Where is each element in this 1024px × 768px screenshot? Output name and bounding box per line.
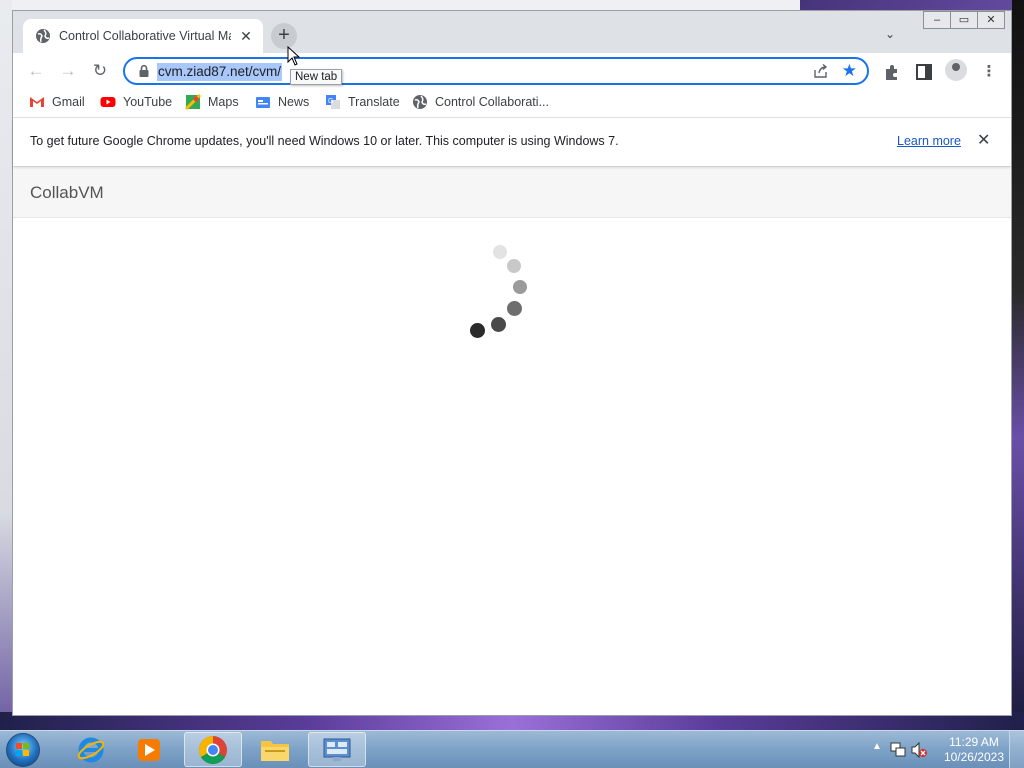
tab-title: Control Collaborative Virtual Machine	[59, 29, 231, 43]
show-desktop-button[interactable]	[1009, 731, 1024, 768]
network-icon[interactable]	[890, 741, 906, 759]
bookmark-label: Translate	[348, 95, 400, 109]
bookmark-label: Control Collaborati...	[435, 95, 549, 109]
taskbar-internet-explorer[interactable]	[62, 732, 120, 767]
gmail-icon	[30, 97, 44, 107]
share-icon[interactable]	[813, 63, 829, 79]
chrome-icon	[199, 735, 227, 764]
page-brand[interactable]: CollabVM	[30, 183, 104, 203]
translate-icon: G	[326, 95, 340, 109]
new-tab-tooltip: New tab	[290, 69, 343, 85]
address-bar[interactable]: cvm.ziad87.net/cvm/ ★	[123, 57, 869, 85]
tab-search-icon[interactable]: ⌄	[885, 27, 895, 41]
taskbar-chrome[interactable]	[184, 732, 242, 767]
bookmark-label: Maps	[208, 95, 239, 109]
chrome-window: Control Collaborative Virtual Machine ✕ …	[12, 10, 1012, 716]
close-window-button[interactable]: ✕	[977, 11, 1005, 29]
control-panel-icon	[323, 738, 351, 761]
lock-icon[interactable]	[137, 64, 151, 78]
start-button[interactable]	[6, 733, 40, 767]
news-icon	[256, 97, 270, 108]
bookmark-label: News	[278, 95, 310, 109]
desktop-background-left	[0, 0, 12, 730]
globe-icon	[413, 95, 427, 109]
page-header: CollabVM	[13, 169, 1011, 218]
system-tray: ▲ 11:29 AM 10/26/2023	[864, 731, 1024, 768]
clock-date: 10/26/2023	[943, 750, 1004, 764]
profile-avatar[interactable]	[945, 59, 967, 81]
spinner-dot	[513, 280, 527, 294]
bookmark-translate[interactable]: G Translate	[325, 94, 400, 110]
desktop-background-strip	[0, 0, 800, 10]
volume-muted-icon[interactable]	[910, 741, 928, 759]
internet-explorer-icon	[77, 737, 105, 762]
url-text[interactable]: cvm.ziad87.net/cvm/	[157, 63, 283, 81]
tab-strip: Control Collaborative Virtual Machine ✕ …	[13, 11, 1011, 53]
minimize-button[interactable]: –	[923, 11, 951, 29]
bookmark-gmail[interactable]: Gmail	[29, 94, 85, 110]
taskbar-media-player[interactable]	[120, 732, 178, 767]
bookmark-star-icon[interactable]: ★	[842, 61, 857, 81]
tab-active[interactable]: Control Collaborative Virtual Machine ✕	[23, 19, 263, 53]
bookmarks-bar: Gmail YouTube Maps News G Translate Cont…	[13, 89, 1011, 118]
bookmark-maps[interactable]: Maps	[185, 94, 239, 110]
spinner-dot	[507, 259, 521, 273]
spinner-dot	[507, 301, 522, 316]
extensions-icon[interactable]	[881, 61, 903, 83]
bookmark-label: Gmail	[52, 95, 85, 109]
spinner-dot	[493, 245, 507, 259]
svg-text:G: G	[328, 98, 333, 105]
loading-spinner	[468, 239, 538, 349]
taskbar-file-explorer[interactable]	[246, 732, 304, 767]
bookmark-youtube[interactable]: YouTube	[100, 94, 172, 110]
maps-icon	[185, 94, 201, 110]
maximize-button[interactable]: ▭	[950, 11, 978, 29]
spinner-dot	[470, 323, 485, 338]
window-controls: – ▭ ✕	[923, 11, 1005, 29]
back-button[interactable]: ←	[23, 59, 49, 83]
bookmark-label: YouTube	[123, 95, 173, 109]
desktop-wallpaper-right	[1012, 0, 1024, 730]
forward-button[interactable]: →	[55, 59, 81, 83]
youtube-icon	[100, 97, 116, 107]
globe-icon	[36, 29, 50, 43]
update-infobar: To get future Google Chrome updates, you…	[13, 118, 1011, 167]
menu-kebab-icon[interactable]: ⋮	[978, 61, 1000, 83]
clock[interactable]: 11:29 AM 10/26/2023	[944, 735, 1004, 765]
taskbar-control-panel[interactable]	[308, 732, 366, 767]
file-explorer-icon	[261, 740, 289, 761]
spinner-dot	[491, 317, 506, 332]
media-player-icon	[138, 738, 160, 761]
show-hidden-icons-icon[interactable]: ▲	[872, 741, 882, 752]
toolbar: ← → ↻ cvm.ziad87.net/cvm/ ★ ⋮	[13, 53, 1011, 89]
bookmark-news[interactable]: News	[255, 94, 309, 110]
bookmark-control-collaborative[interactable]: Control Collaborati...	[412, 94, 549, 110]
reload-button[interactable]: ↻	[87, 59, 113, 83]
infobar-close-icon[interactable]: ✕	[977, 130, 990, 150]
infobar-message: To get future Google Chrome updates, you…	[30, 134, 619, 148]
windows-logo-icon	[16, 743, 29, 756]
side-panel-icon[interactable]	[913, 61, 935, 83]
clock-time: 11:29 AM	[949, 735, 999, 749]
tab-close-icon[interactable]: ✕	[237, 28, 255, 45]
learn-more-link[interactable]: Learn more	[897, 134, 961, 148]
mouse-cursor-icon	[287, 46, 301, 66]
taskbar: ▲ 11:29 AM 10/26/2023	[0, 730, 1024, 768]
